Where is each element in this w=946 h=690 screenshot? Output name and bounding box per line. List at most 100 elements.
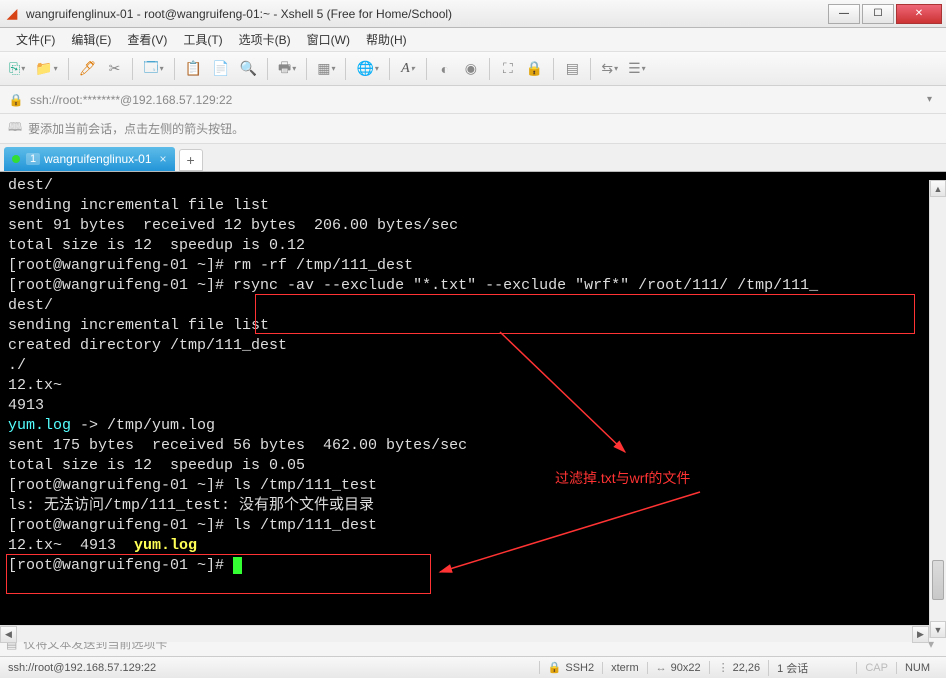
menu-file[interactable]: 文件(F) <box>8 28 63 51</box>
terminal-line: ./ <box>8 356 938 376</box>
address-text[interactable]: ssh://root:********@192.168.57.129:22 <box>30 93 921 107</box>
tab-label: wangruifenglinux-01 <box>44 152 151 166</box>
menu-window[interactable]: 窗口(W) <box>299 28 358 51</box>
tab-close-icon[interactable]: × <box>160 152 167 166</box>
terminal-line: total size is 12 speedup is 0.05 <box>8 456 938 476</box>
separator <box>132 58 133 80</box>
separator <box>267 58 268 80</box>
separator <box>68 58 69 80</box>
status-caps: CAP <box>856 662 896 674</box>
status-num: NUM <box>896 662 938 674</box>
terminal-line: [root@wangruifeng-01 ~]# rm -rf /tmp/111… <box>8 256 938 276</box>
separator <box>553 58 554 80</box>
menu-help[interactable]: 帮助(H) <box>358 28 415 51</box>
position-icon: ⋮ <box>718 661 729 674</box>
separator <box>174 58 175 80</box>
fullscreen-button[interactable]: ⛶ <box>497 57 519 81</box>
terminal-line: ls: 无法访问/tmp/111_test: 没有那个文件或目录 <box>8 496 938 516</box>
tabstrip: 1 wangruifenglinux-01 × + <box>0 144 946 172</box>
copy-button[interactable]: 📋 <box>182 57 205 81</box>
minimize-button[interactable]: — <box>828 4 860 24</box>
separator <box>345 58 346 80</box>
window-title: wangruifenglinux-01 - root@wangruifeng-0… <box>26 7 826 21</box>
status-dot-icon <box>12 155 20 163</box>
terminal-line: 12.tx~ <box>8 376 938 396</box>
terminal-line: [root@wangruifeng-01 ~]# ls /tmp/111_tes… <box>8 476 938 496</box>
maximize-button[interactable]: ☐ <box>862 4 894 24</box>
layout-button[interactable]: ▦▾ <box>314 57 338 81</box>
terminal-line: dest/ <box>8 296 938 316</box>
status-connection: ssh://root@192.168.57.129:22 <box>8 662 539 674</box>
terminal-line: [root@wangruifeng-01 ~]# ls /tmp/111_des… <box>8 516 938 536</box>
window-controls: — ☐ ✕ <box>826 4 942 24</box>
add-tab-button[interactable]: + <box>179 149 203 171</box>
terminal-line: yum.log -> /tmp/yum.log <box>8 416 938 436</box>
color-button[interactable]: ◐ <box>434 57 456 81</box>
lock-icon: 🔒 <box>8 93 24 107</box>
terminal-line: sent 91 bytes received 12 bytes 206.00 b… <box>8 216 938 236</box>
session-tab[interactable]: 1 wangruifenglinux-01 × <box>4 147 175 171</box>
theme-button[interactable]: ◉ <box>460 57 482 81</box>
scroll-left-button[interactable]: ◀ <box>0 626 17 643</box>
separator <box>426 58 427 80</box>
properties-button[interactable]: 🗔▾ <box>140 57 166 81</box>
globe-button[interactable]: 🌐▾ <box>353 57 381 81</box>
terminal-line: sending incremental file list <box>8 316 938 336</box>
addressbar: 🔒 ssh://root:********@192.168.57.129:22 … <box>0 86 946 114</box>
new-session-button[interactable]: ⎘▾ <box>6 57 28 81</box>
status-sessions: 1 会话 <box>768 660 816 676</box>
size-icon: ↔ <box>656 662 667 674</box>
vertical-scrollbar[interactable]: ▲ ▼ <box>929 180 946 638</box>
sessions-button[interactable]: ▤ <box>561 57 583 81</box>
separator <box>489 58 490 80</box>
status-position: ⋮22,26 <box>709 661 769 674</box>
separator <box>389 58 390 80</box>
menubar: 文件(F) 编辑(E) 查看(V) 工具(T) 选项卡(B) 窗口(W) 帮助(… <box>0 28 946 52</box>
menu-tabs[interactable]: 选项卡(B) <box>231 28 299 51</box>
terminal-line: [root@wangruifeng-01 ~]# <box>8 556 938 576</box>
scroll-up-button[interactable]: ▲ <box>930 180 946 197</box>
app-icon: ◢ <box>4 6 20 22</box>
terminal-line: sending incremental file list <box>8 196 938 216</box>
scroll-thumb[interactable] <box>932 560 944 600</box>
disconnect-button[interactable]: ✂ <box>103 57 125 81</box>
tunnel-button[interactable]: ⇆▾ <box>598 57 621 81</box>
terminal-line: dest/ <box>8 176 938 196</box>
hint-text: 要添加当前会话，点击左侧的箭头按钮。 <box>28 120 244 137</box>
paste-button[interactable]: 📄 <box>209 57 232 81</box>
annotation-text: 过滤掉.txt与wrf的文件 <box>555 468 690 488</box>
address-dropdown[interactable]: ▾ <box>921 94 938 105</box>
tab-number: 1 <box>26 153 40 165</box>
terminal[interactable]: dest/sending incremental file listsent 9… <box>0 172 946 630</box>
horizontal-scrollbar[interactable]: ◀ ▶ <box>0 625 929 642</box>
bookmark-icon[interactable]: 🕮 <box>8 118 22 139</box>
print-button[interactable]: 🖶▾ <box>275 57 299 81</box>
reconnect-button[interactable]: 🖊 <box>76 57 100 81</box>
scroll-down-button[interactable]: ▼ <box>930 621 946 638</box>
scroll-right-button[interactable]: ▶ <box>912 626 929 643</box>
font-button[interactable]: A▾ <box>397 57 419 81</box>
separator <box>590 58 591 80</box>
terminal-line: created directory /tmp/111_dest <box>8 336 938 356</box>
hintbar: 🕮 要添加当前会话，点击左侧的箭头按钮。 <box>0 114 946 144</box>
lock-button[interactable]: 🔒 <box>523 57 546 81</box>
close-button[interactable]: ✕ <box>896 4 942 24</box>
terminal-line: [root@wangruifeng-01 ~]# rsync -av --exc… <box>8 276 938 296</box>
terminal-line: 12.tx~ 4913 yum.log <box>8 536 938 556</box>
titlebar: ◢ wangruifenglinux-01 - root@wangruifeng… <box>0 0 946 28</box>
find-button[interactable]: 🔍 <box>237 57 260 81</box>
status-size: ↔90x22 <box>647 662 709 674</box>
open-folder-button[interactable]: 📁▾ <box>32 57 60 81</box>
script-button[interactable]: ☰▾ <box>625 57 649 81</box>
terminal-line: total size is 12 speedup is 0.12 <box>8 236 938 256</box>
lock-icon: 🔒 <box>548 661 562 674</box>
terminal-line: sent 175 bytes received 56 bytes 462.00 … <box>8 436 938 456</box>
separator <box>306 58 307 80</box>
terminal-line: 4913 <box>8 396 938 416</box>
menu-tools[interactable]: 工具(T) <box>175 28 230 51</box>
toolbar: ⎘▾ 📁▾ 🖊 ✂ 🗔▾ 📋 📄 🔍 🖶▾ ▦▾ 🌐▾ A▾ ◐ ◉ ⛶ 🔒 ▤… <box>0 52 946 86</box>
status-protocol: 🔒SSH2 <box>539 661 602 674</box>
menu-edit[interactable]: 编辑(E) <box>63 28 119 51</box>
menu-view[interactable]: 查看(V) <box>119 28 175 51</box>
status-term: xterm <box>602 662 647 674</box>
